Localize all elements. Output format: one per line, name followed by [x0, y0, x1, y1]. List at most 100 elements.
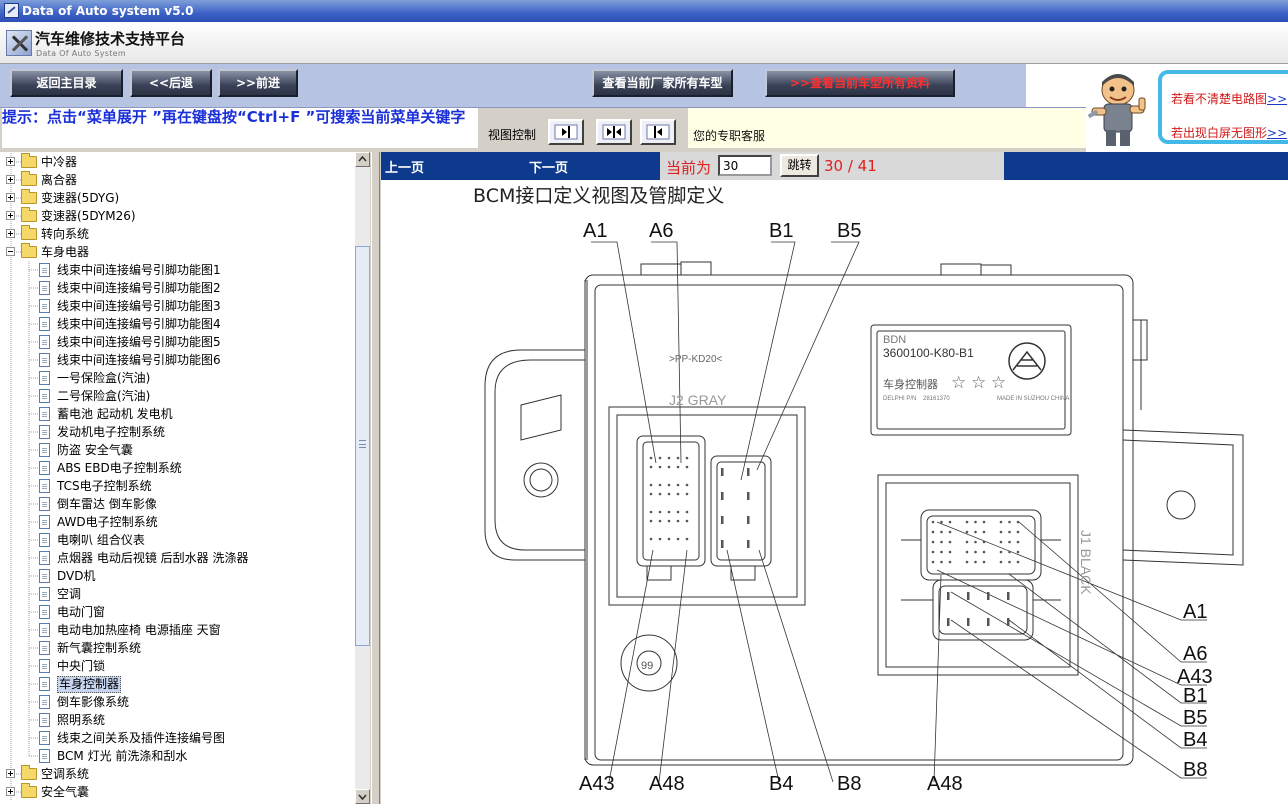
expand-icon[interactable] [6, 175, 15, 184]
tree-item[interactable]: 线束中间连接编号引脚功能图3 [0, 297, 350, 315]
connector-pin [931, 520, 935, 524]
tree-item[interactable]: 电动电加热座椅 电源插座 天窗 [0, 621, 350, 639]
tree-item[interactable]: DVD机 [0, 567, 350, 585]
tree-item[interactable]: 线束中间连接编号引脚功能图5 [0, 333, 350, 351]
tree-item[interactable]: 电喇叭 组合仪表 [0, 531, 350, 549]
tree-item[interactable]: BCM 灯光 前洗涤和刮水 [0, 747, 350, 765]
connector-pin [667, 519, 671, 523]
tree-folder[interactable]: 安全气囊 [0, 783, 350, 801]
tree-folder[interactable]: 车身电器 [0, 243, 350, 261]
connector-blade [747, 468, 750, 476]
document-icon [39, 335, 50, 349]
back-button[interactable]: <<后退 [130, 69, 212, 97]
connector-blade [721, 468, 724, 476]
tree-item[interactable]: 蓄电池 起动机 发电机 [0, 405, 350, 423]
promo-more-link[interactable]: >> [1267, 92, 1287, 106]
tree-item[interactable]: 线束之间关系及插件连接编号图 [0, 729, 350, 747]
right-label-a6: A6 [1183, 643, 1207, 665]
folder-icon [21, 153, 37, 168]
right-mount-bracket [1122, 429, 1244, 566]
toolbar: 返回主目录 <<后退 >>前进 查看当前厂家所有车型 >>查看当前车型所有资料 [0, 64, 1026, 108]
tree-item[interactable]: 倒车雷达 倒车影像 [0, 495, 350, 513]
expand-icon[interactable] [6, 769, 15, 778]
view-all-data-button[interactable]: >>查看当前车型所有资料 [765, 69, 955, 97]
tree-folder[interactable]: 空调系统 [0, 765, 350, 783]
connector-pin [658, 456, 662, 460]
connector-pin [948, 540, 952, 544]
tree-item[interactable]: 二号保险盒(汽油) [0, 387, 350, 405]
tree-item[interactable]: 线束中间连接编号引脚功能图6 [0, 351, 350, 369]
tree-item[interactable]: 线束中间连接编号引脚功能图4 [0, 315, 350, 333]
jump-button[interactable]: 跳转 [780, 154, 819, 177]
promo-line-2[interactable]: 若出现白屏无图形>> [1171, 124, 1287, 141]
tree-item[interactable]: 线束中间连接编号引脚功能图2 [0, 279, 350, 297]
document-icon [39, 533, 50, 547]
next-page-link[interactable]: 下一页 [529, 157, 568, 176]
connector-pin [649, 510, 653, 514]
page-number-input[interactable] [718, 155, 772, 176]
scroll-down-button[interactable] [355, 789, 370, 804]
expand-icon[interactable] [6, 787, 15, 796]
promo-line-2-text: 若出现白屏无图形 [1171, 126, 1268, 140]
collapse-icon[interactable] [6, 247, 15, 256]
expand-icon[interactable] [6, 229, 15, 238]
document-icon [39, 641, 50, 655]
connector-pin [940, 530, 943, 534]
panel-splitter[interactable] [371, 152, 380, 804]
tree-item[interactable]: 发动机电子控制系统 [0, 423, 350, 441]
tree-item[interactable]: AWD电子控制系统 [0, 513, 350, 531]
expand-right-button[interactable] [548, 119, 584, 145]
tree-item-label: 发动机电子控制系统 [57, 425, 166, 439]
material-mark: >PP-KD20< [669, 354, 723, 365]
tree-item[interactable]: 线束中间连接编号引脚功能图1 [0, 261, 350, 279]
customer-service-text[interactable]: 您的专职客服 [693, 127, 765, 144]
tree-item[interactable]: 中央门锁 [0, 657, 350, 675]
tree-item[interactable]: 防盗 安全气囊 [0, 441, 350, 459]
scroll-up-button[interactable] [355, 152, 370, 167]
page-count: 30 / 41 [824, 157, 877, 175]
connector-pin [999, 530, 1003, 534]
promo-more-link-2[interactable]: >> [1267, 126, 1287, 140]
connector-blade [947, 592, 950, 600]
tree-folder[interactable]: 变速器(5DYG) [0, 189, 350, 207]
tree-folder[interactable]: 变速器(5DYM26) [0, 207, 350, 225]
tree-item[interactable]: 一号保险盒(汽油) [0, 369, 350, 387]
expand-left-button[interactable] [640, 119, 676, 145]
window-titlebar[interactable]: Data of Auto system v5.0 [0, 0, 1288, 22]
tree-item-label: AWD电子控制系统 [57, 515, 158, 529]
tree-folder[interactable]: 转向系统 [0, 225, 350, 243]
tree-folder-label: 变速器(5DYM26) [41, 209, 136, 223]
connector-blade [987, 592, 990, 600]
tree-item[interactable]: 倒车影像系统 [0, 693, 350, 711]
connector-pin [999, 550, 1003, 554]
tree-item[interactable]: TCS电子控制系统 [0, 477, 350, 495]
expand-icon[interactable] [6, 211, 15, 220]
tree-item[interactable]: 新气囊控制系统 [0, 639, 350, 657]
forward-button[interactable]: >>前进 [218, 69, 298, 97]
tree-item[interactable]: 照明系统 [0, 711, 350, 729]
promo-line-1[interactable]: 若看不清楚电路图>> [1171, 90, 1287, 107]
tree-item[interactable]: 空调 [0, 585, 350, 603]
prev-page-link[interactable]: 上一页 [385, 157, 424, 176]
catalog-tree: 中冷器 离合器 变速器(5DYG) 变速器(5DYM26) 转向系统 车身电器 线束中间连接… [0, 152, 370, 804]
platform-subtitle: Data Of Auto System [36, 49, 126, 58]
split-view-button[interactable] [596, 119, 632, 145]
connector-pin [1016, 520, 1020, 524]
tree-folder[interactable]: 离合器 [0, 171, 350, 189]
tree-item[interactable]: 电动门窗 [0, 603, 350, 621]
tree-item[interactable]: 车身控制器 [0, 675, 350, 693]
app-icon [4, 3, 19, 18]
view-all-models-button[interactable]: 查看当前厂家所有车型 [592, 69, 733, 97]
expand-icon[interactable] [6, 157, 15, 166]
tree-folder[interactable]: 中冷器 [0, 153, 350, 171]
tree-item[interactable]: 点烟器 电动后视镜 后刮水器 洗涤器 [0, 549, 350, 567]
j2-plug-right [710, 455, 772, 567]
right-label-a1: A1 [1183, 601, 1207, 623]
connector-pin [1008, 540, 1011, 544]
connector-pin [974, 560, 977, 564]
connector-pin [1016, 550, 1020, 554]
page-navigation: 上一页 下一页 当前为 跳转 30 / 41 [381, 152, 1288, 180]
expand-icon[interactable] [6, 193, 15, 202]
tree-item[interactable]: ABS EBD电子控制系统 [0, 459, 350, 477]
home-button[interactable]: 返回主目录 [10, 69, 123, 97]
